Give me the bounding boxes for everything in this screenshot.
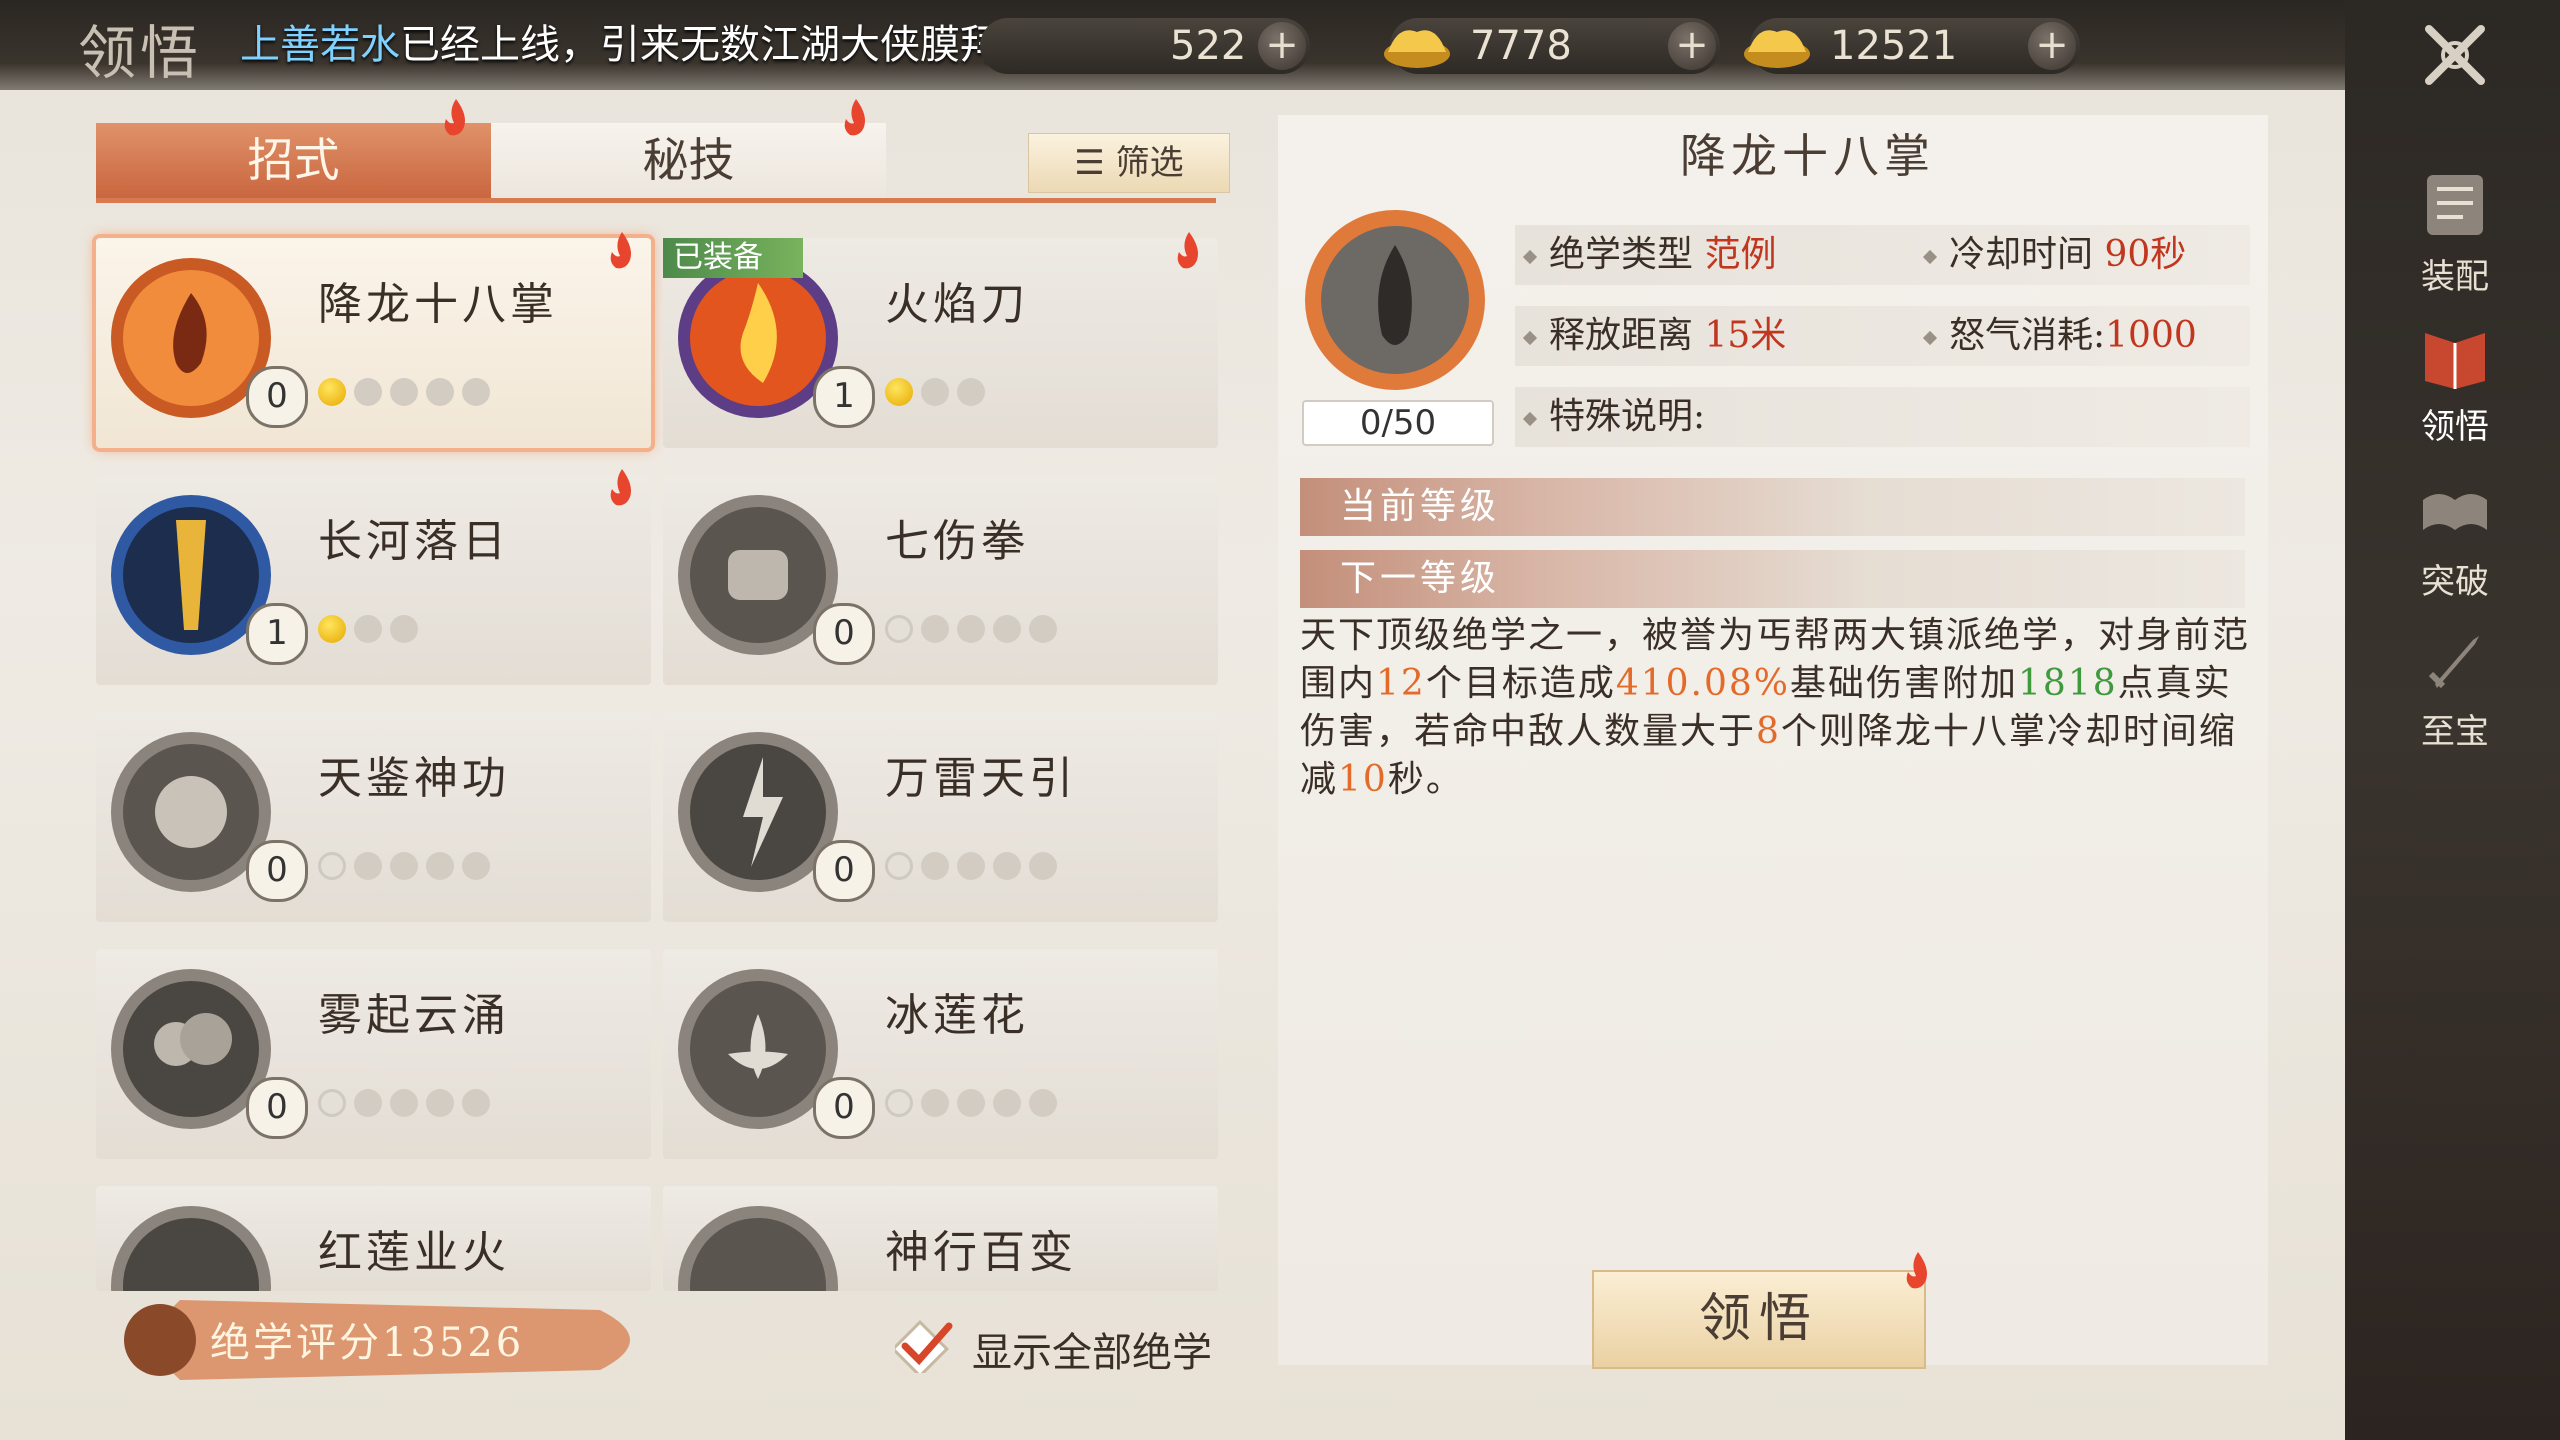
resource-counter-2: 7778 + <box>1384 18 1720 74</box>
equipped-badge: 已装备 <box>663 238 803 278</box>
close-button[interactable] <box>2405 15 2505 95</box>
attr-rage: 怒气消耗:1000 <box>1922 306 2197 366</box>
skill-progress: 0/50 <box>1302 400 1494 446</box>
skill-name: 雾起云涌 <box>318 990 510 1041</box>
skill-name: 火焰刀 <box>885 279 1029 330</box>
skill-card-changhe[interactable]: 1 长河落日 <box>96 469 651 685</box>
sidebar-item-comprehend[interactable]: 领悟 <box>2400 315 2510 455</box>
star-dots <box>885 378 993 410</box>
red-dot-icon <box>844 99 865 136</box>
sidebar-item-treasure[interactable]: 至宝 <box>2400 620 2510 760</box>
detail-skill-title: 降龙十八掌 <box>1680 129 1935 183</box>
skill-name: 万雷天引 <box>885 753 1077 804</box>
skill-name: 神行百变 <box>885 1227 1077 1278</box>
skill-score: 绝学评分13526 <box>210 1320 525 1366</box>
add-resource-3-button[interactable]: + <box>2028 22 2076 70</box>
skill-card-binglian[interactable]: 0 冰莲花 <box>663 949 1218 1159</box>
attr-row-1: 绝学类型 范例 冷却时间 90秒 <box>1515 225 2250 285</box>
current-level-header: 当前等级 <box>1300 478 2245 536</box>
skill-card-wanlei[interactable]: 0 万雷天引 <box>663 712 1218 922</box>
add-resource-2-button[interactable]: + <box>1668 22 1716 70</box>
skill-name: 冰莲花 <box>885 990 1029 1041</box>
open-book-icon <box>2423 494 2487 530</box>
tab-secret[interactable]: 秘技 <box>491 123 886 198</box>
next-level-header: 下一等级 <box>1300 550 2245 608</box>
attr-row-2: 释放距离 15米 怒气消耗:1000 <box>1515 306 2250 366</box>
skill-name: 天鉴神功 <box>318 753 510 804</box>
sidebar-item-label: 领悟 <box>2421 407 2489 447</box>
star-dots <box>885 1089 1065 1121</box>
skill-level-badge: 0 <box>246 840 308 902</box>
sidebar-item-label: 装配 <box>2421 257 2489 297</box>
gold-ingot-icon <box>1384 30 1450 68</box>
skill-level-badge: 0 <box>813 840 875 902</box>
tab-moves[interactable]: 招式 <box>96 123 491 198</box>
marquee-text: 已经上线，引来无数江湖大侠膜拜! <box>400 22 1017 68</box>
page-title: 领悟 <box>78 19 203 87</box>
skill-card-honglian[interactable]: 红莲业火 <box>96 1186 651 1291</box>
red-dot-icon <box>1177 232 1198 269</box>
filter-label: 筛选 <box>1115 143 1184 183</box>
show-all-label[interactable]: 显示全部绝学 <box>972 1320 1212 1378</box>
skill-level-badge: 0 <box>813 1077 875 1139</box>
skill-description: 天下顶级绝学之一，被誉为丐帮两大镇派绝学，对身前范围内12个目标造成410.08… <box>1300 615 2251 800</box>
skill-card-huoyan[interactable]: 已装备 1 火焰刀 <box>663 232 1218 448</box>
star-dots <box>318 1089 498 1121</box>
sidebar-item-equip[interactable]: 装配 <box>2400 165 2510 305</box>
star-dots <box>885 615 1065 647</box>
show-all-checkbox[interactable] <box>895 1318 955 1373</box>
comprehend-button[interactable]: 领悟 <box>1592 1270 1926 1369</box>
red-lotus-skill-icon <box>111 1206 271 1291</box>
tab-underline <box>96 198 1216 203</box>
sidebar-item-label: 至宝 <box>2421 712 2489 752</box>
swift-steps-skill-icon <box>678 1206 838 1291</box>
skill-name: 长河落日 <box>318 516 510 567</box>
skill-score-banner: 绝学评分13526 <box>100 1290 660 1390</box>
red-dot-icon <box>1906 1252 1927 1289</box>
add-resource-1-button[interactable]: + <box>1258 22 1306 70</box>
resource-counter-1: 522 + <box>980 18 1310 74</box>
attr-cooldown: 冷却时间 90秒 <box>1922 225 2186 285</box>
sidebar-item-breakthrough[interactable]: 突破 <box>2400 470 2510 610</box>
skill-name: 七伤拳 <box>885 516 1029 567</box>
skill-card-xianglong[interactable]: 0 降龙十八掌 <box>96 232 651 448</box>
skill-level-badge: 1 <box>813 366 875 428</box>
close-icon <box>2425 25 2485 85</box>
gold-ingot-icon <box>1744 30 1810 68</box>
skill-level-badge: 0 <box>246 366 308 428</box>
filter-icon: ☰ <box>1074 143 1116 183</box>
red-dot-icon <box>610 469 631 506</box>
attr-type: 绝学类型 范例 <box>1522 225 1776 285</box>
resource-counter-3: 12521 + <box>1744 18 2080 74</box>
skill-level-badge: 0 <box>813 603 875 665</box>
attr-special: 特殊说明: <box>1522 387 1705 447</box>
star-dots <box>318 852 498 884</box>
attr-row-3: 特殊说明: <box>1515 387 2250 447</box>
skill-card-tianjian[interactable]: 0 天鉴神功 <box>96 712 651 922</box>
detail-skill-icon <box>1305 210 1485 390</box>
skill-name: 降龙十八掌 <box>318 279 558 330</box>
star-dots <box>318 378 498 410</box>
book-icon <box>2425 333 2485 389</box>
star-dots <box>318 615 426 647</box>
resource-value-2: 7778 <box>1470 23 1572 69</box>
sword-icon <box>2428 636 2479 689</box>
red-dot-icon <box>444 99 465 136</box>
marquee-player-name: 上善若水 <box>240 22 400 68</box>
resource-value-3: 12521 <box>1830 23 1958 69</box>
announcement-marquee: 上善若水已经上线，引来无数江湖大侠膜拜! <box>240 12 1016 70</box>
red-dot-icon <box>610 232 631 269</box>
sidebar-item-label: 突破 <box>2421 562 2489 602</box>
scroll-icon <box>2427 175 2483 235</box>
skill-level-badge: 0 <box>246 1077 308 1139</box>
skill-level-badge: 1 <box>246 603 308 665</box>
resource-value-1: 522 <box>1170 23 1247 69</box>
attr-range: 释放距离 15米 <box>1522 306 1786 366</box>
skill-card-qishang[interactable]: 0 七伤拳 <box>663 475 1218 685</box>
skill-card-shenxing[interactable]: 神行百变 <box>663 1186 1218 1291</box>
filter-button[interactable]: ☰ 筛选 <box>1028 133 1230 193</box>
skill-card-wuqi[interactable]: 0 雾起云涌 <box>96 949 651 1159</box>
star-dots <box>885 852 1065 884</box>
skill-name: 红莲业火 <box>318 1227 510 1278</box>
